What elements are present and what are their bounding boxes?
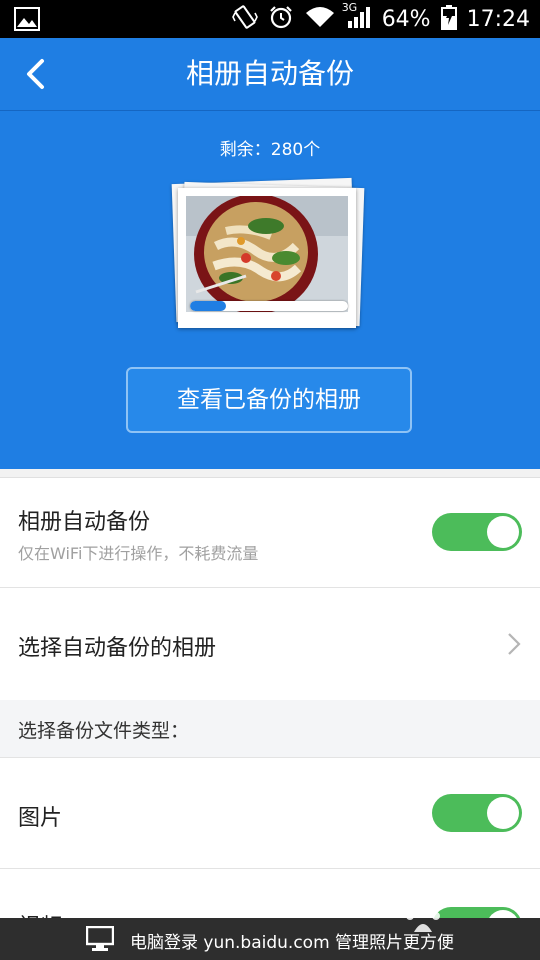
gallery-notification-icon	[14, 7, 40, 35]
cell-signal-icon: 3G	[342, 1, 372, 33]
baidu-watermark	[398, 894, 518, 944]
battery-charging-icon	[440, 4, 457, 34]
status-bar: 3G 64% 17:24	[0, 0, 540, 38]
photo-stack	[171, 177, 365, 331]
auto-backup-subtitle: 仅在WiFi下进行操作，不耗费流量	[18, 544, 259, 563]
view-backed-up-album-button[interactable]: 查看已备份的相册	[126, 367, 412, 433]
network-type: 3G	[341, 1, 358, 14]
chevron-right-icon	[508, 633, 521, 655]
images-title: 图片	[18, 806, 63, 831]
select-album-row[interactable]: 选择自动备份的相册	[0, 588, 540, 699]
battery-percent: 64%	[381, 6, 431, 32]
remaining-count: 剩余：280个	[219, 140, 321, 160]
backup-hero: 剩余：280个 查看已备份的相册	[0, 111, 540, 469]
images-toggle[interactable]	[432, 794, 522, 832]
page: 3G 64% 17:24 相册自动备份 剩余：280个 查看已备份的相册 相册自…	[0, 0, 540, 960]
photo-thumbnail	[186, 196, 348, 312]
wifi-icon	[304, 5, 336, 33]
photo-card-front	[178, 188, 356, 328]
select-album-title: 选择自动备份的相册	[18, 636, 217, 661]
page-title: 相册自动备份	[185, 57, 354, 90]
section-gap	[0, 469, 540, 478]
auto-backup-row: 相册自动备份 仅在WiFi下进行操作，不耗费流量	[0, 478, 540, 587]
auto-backup-title: 相册自动备份	[18, 510, 151, 535]
clock: 17:24	[466, 6, 530, 32]
backup-progress-bar	[190, 301, 348, 311]
images-row: 图片	[0, 758, 540, 868]
toggle-knob	[487, 797, 519, 829]
alarm-icon	[268, 4, 294, 34]
computer-monitor-icon	[86, 926, 114, 951]
auto-backup-toggle[interactable]	[432, 513, 522, 551]
app-header: 相册自动备份	[0, 38, 540, 110]
toggle-knob	[487, 516, 519, 548]
vibrate-icon	[231, 4, 258, 34]
file-type-section-header: 选择备份文件类型：	[0, 700, 540, 758]
file-type-header-text: 选择备份文件类型：	[18, 720, 190, 742]
backup-progress-fill	[190, 301, 227, 311]
